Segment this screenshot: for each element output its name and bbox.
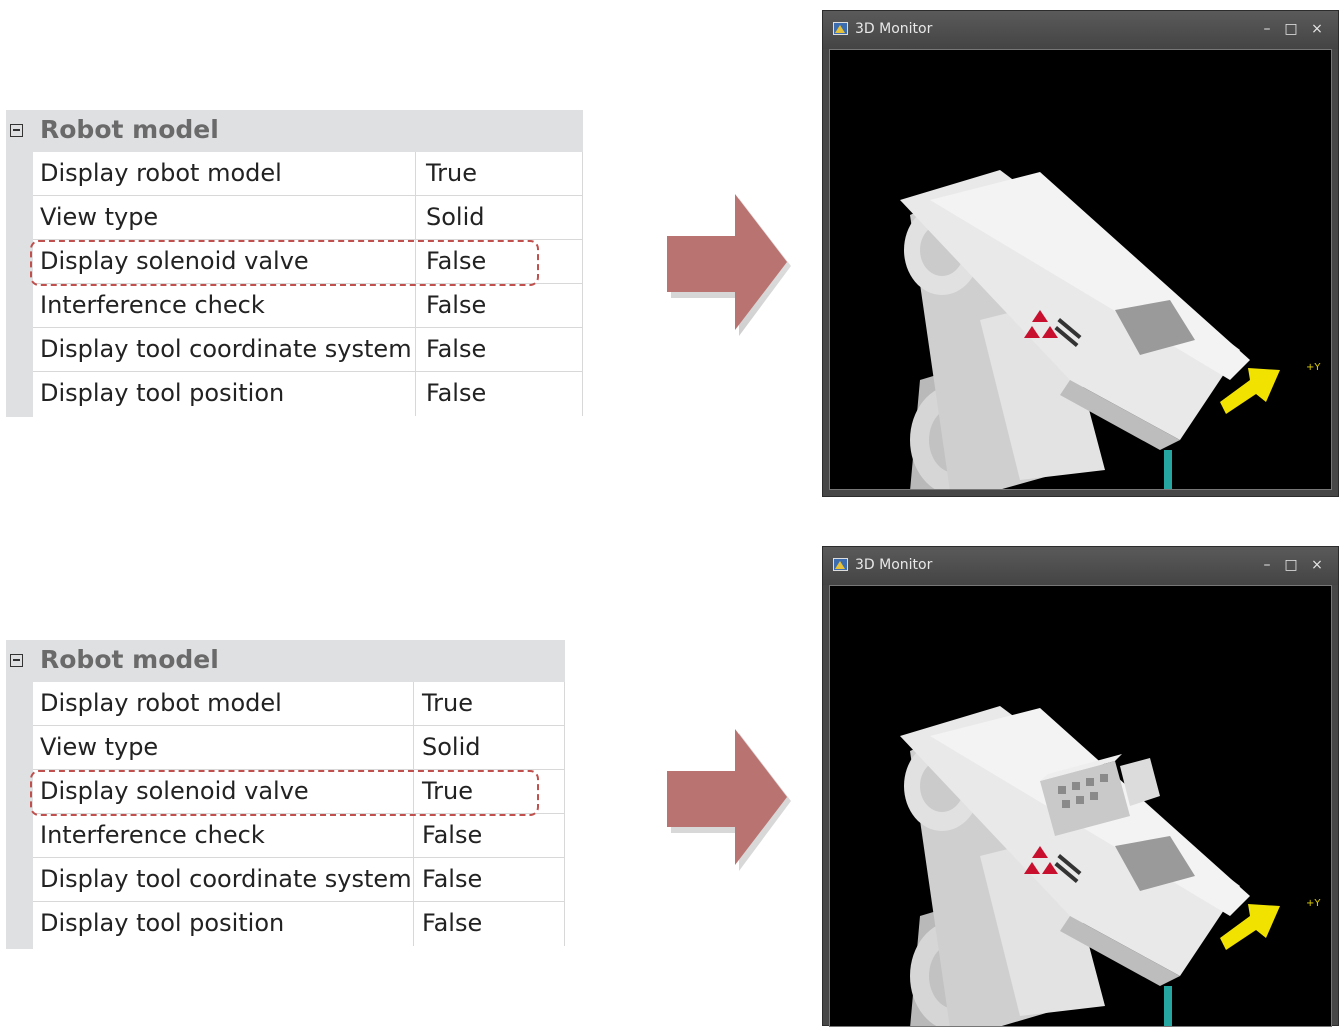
3d-viewport[interactable]: +Y: [829, 585, 1332, 1027]
window-app-icon: [833, 558, 848, 571]
property-value[interactable]: False: [414, 858, 482, 901]
category-header[interactable]: Robot model: [6, 110, 583, 152]
property-value[interactable]: Solid: [414, 726, 481, 769]
close-icon[interactable]: ×: [1308, 20, 1326, 38]
property-name: Interference check: [33, 284, 416, 327]
right-arrow-icon: [667, 194, 791, 336]
window-title: 3D Monitor: [855, 21, 933, 37]
property-name: Display robot model: [33, 152, 416, 195]
3d-monitor-window[interactable]: 3D Monitor – □ × +Y: [822, 10, 1339, 497]
property-value[interactable]: Solid: [416, 196, 485, 239]
property-name: Display tool position: [33, 372, 416, 416]
property-name: View type: [33, 196, 416, 239]
property-name: Display robot model: [33, 682, 414, 725]
property-row-view-type[interactable]: View type Solid: [33, 196, 583, 240]
property-name: Display tool position: [33, 902, 414, 946]
right-arrow-icon: [667, 729, 791, 871]
3d-viewport[interactable]: +Y: [829, 49, 1332, 490]
maximize-icon[interactable]: □: [1282, 556, 1300, 574]
property-name: Display tool coordinate system: [33, 858, 414, 901]
property-value[interactable]: False: [414, 814, 482, 857]
property-row-display-tool-coordinate-system[interactable]: Display tool coordinate system False: [33, 858, 565, 902]
property-name: Interference check: [33, 814, 414, 857]
property-row-view-type[interactable]: View type Solid: [33, 726, 565, 770]
close-icon[interactable]: ×: [1308, 556, 1326, 574]
3d-monitor-window[interactable]: 3D Monitor – □ × +Y: [822, 546, 1339, 1027]
highlight-box: [30, 240, 539, 286]
highlight-box: [30, 770, 539, 816]
window-title: 3D Monitor: [855, 557, 933, 573]
property-value[interactable]: False: [416, 328, 486, 371]
property-row-display-robot-model[interactable]: Display robot model True: [33, 152, 583, 196]
robot-model-render: [900, 170, 1280, 489]
minimize-icon[interactable]: –: [1258, 20, 1276, 38]
property-name: View type: [33, 726, 414, 769]
property-value[interactable]: True: [416, 152, 477, 195]
property-value[interactable]: True: [414, 682, 473, 725]
axis-label: +Y: [1306, 898, 1321, 909]
property-name: Display tool coordinate system: [33, 328, 416, 371]
property-row-interference-check[interactable]: Interference check False: [33, 814, 565, 858]
property-row-interference-check[interactable]: Interference check False: [33, 284, 583, 328]
maximize-icon[interactable]: □: [1282, 20, 1300, 38]
category-title: Robot model: [40, 115, 219, 144]
window-titlebar[interactable]: 3D Monitor – □ ×: [823, 547, 1338, 585]
property-row-display-tool-position[interactable]: Display tool position False: [33, 902, 565, 946]
property-row-display-robot-model[interactable]: Display robot model True: [33, 682, 565, 726]
collapse-icon[interactable]: [10, 124, 23, 137]
property-row-display-tool-position[interactable]: Display tool position False: [33, 372, 583, 416]
property-value[interactable]: False: [414, 902, 482, 946]
robot-model-render: [900, 706, 1280, 1026]
axis-label: +Y: [1306, 362, 1321, 373]
collapse-icon[interactable]: [10, 654, 23, 667]
window-app-icon: [833, 22, 848, 35]
window-titlebar[interactable]: 3D Monitor – □ ×: [823, 11, 1338, 49]
property-value[interactable]: False: [416, 372, 486, 416]
category-title: Robot model: [40, 645, 219, 674]
minimize-icon[interactable]: –: [1258, 556, 1276, 574]
property-value[interactable]: False: [416, 284, 486, 327]
category-header[interactable]: Robot model: [6, 640, 565, 682]
property-row-display-tool-coordinate-system[interactable]: Display tool coordinate system False: [33, 328, 583, 372]
